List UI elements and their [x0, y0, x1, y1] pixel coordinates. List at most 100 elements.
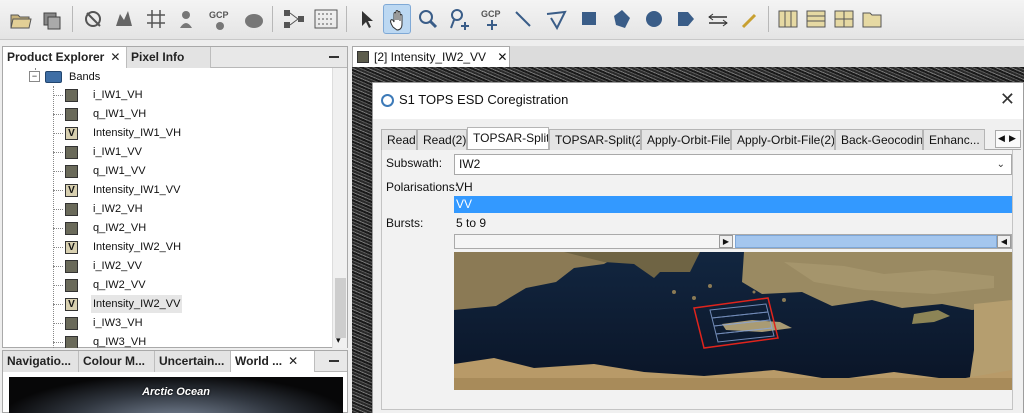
subswath-label: Subswath:: [386, 156, 443, 170]
line-draw-icon[interactable]: [510, 4, 538, 34]
tab-label: World ...: [235, 354, 283, 368]
band-icon: [65, 146, 78, 159]
close-icon[interactable]: ✕: [288, 354, 298, 368]
slider-track[interactable]: [455, 235, 719, 248]
collapse-icon[interactable]: −: [29, 71, 40, 82]
close-icon[interactable]: ✕: [1000, 89, 1015, 110]
product-library-icon[interactable]: [38, 4, 66, 34]
tab-label: Pixel Info: [131, 50, 185, 64]
tab-scroll-buttons[interactable]: ◀ ▶: [995, 130, 1021, 148]
minimize-icon[interactable]: [329, 360, 339, 362]
dialog-title: S1 TOPS ESD Coregistration: [399, 92, 569, 107]
tree-connector: [53, 133, 63, 134]
tree-connector: [53, 247, 63, 248]
tab-pixel-info[interactable]: Pixel Info: [127, 47, 211, 68]
pan-tool-icon[interactable]: [383, 4, 411, 34]
tab-world-view[interactable]: World ... ✕: [231, 351, 315, 372]
close-icon[interactable]: ✕: [110, 50, 120, 64]
magic-wand-icon[interactable]: [736, 4, 764, 34]
tree-connector: [53, 209, 63, 210]
dialog-titlebar[interactable]: S1 TOPS ESD Coregistration ✕: [373, 83, 1023, 119]
tile-vertical-icon[interactable]: [802, 4, 830, 34]
tab-topsar-split-2[interactable]: TOPSAR-Split(2): [549, 129, 641, 150]
slider-thumb[interactable]: [735, 235, 997, 248]
insert-vector-icon[interactable]: [672, 4, 700, 34]
ellipse-draw-icon[interactable]: [640, 4, 668, 34]
gcp-manager-icon[interactable]: GCP: [206, 4, 234, 34]
tab-uncertainty[interactable]: Uncertain...: [155, 351, 231, 372]
polarisation-item-vh[interactable]: VH: [454, 179, 1012, 196]
tab-label: [2] Intensity_IW2_VV: [374, 50, 487, 64]
gcp-placing-icon[interactable]: GCP: [478, 4, 506, 34]
open-product-icon[interactable]: [6, 4, 34, 34]
tree-connector: [53, 342, 63, 343]
chevron-left-icon[interactable]: ◀: [996, 131, 1007, 147]
tab-product-explorer[interactable]: Product Explorer ✕: [3, 47, 127, 68]
main-toolbar: GCP GCP: [0, 0, 1024, 40]
zoom-tool-icon[interactable]: [414, 4, 442, 34]
band-icon: [65, 317, 78, 330]
chevron-right-icon[interactable]: ▶: [1007, 131, 1018, 147]
tree-connector: [53, 285, 63, 286]
mask-icon[interactable]: [240, 4, 268, 34]
band-icon: [65, 279, 78, 292]
tree-connector: [53, 228, 63, 229]
polarisation-item-vv[interactable]: VV: [454, 196, 1012, 213]
tab-apply-orbit-file[interactable]: Apply-Orbit-File: [641, 129, 731, 150]
graph-builder-icon[interactable]: [280, 4, 308, 34]
tab-topsar-split[interactable]: TOPSAR-Split: [467, 127, 549, 149]
scrollbar-thumb[interactable]: [335, 278, 346, 338]
world-globe-view[interactable]: Arctic Ocean: [9, 377, 343, 413]
tree-item-label: Intensity_IW1_VV: [93, 184, 181, 196]
pin-tool-icon[interactable]: [174, 4, 202, 34]
tab-image-view[interactable]: [2] Intensity_IW2_VV ✕: [352, 46, 510, 67]
bursts-range-slider[interactable]: ▶ ◀: [454, 234, 1012, 249]
tab-colour-manipulation[interactable]: Colour M...: [79, 351, 155, 372]
band-icon: [65, 336, 78, 348]
tree-connector: [53, 152, 63, 153]
tab-apply-orbit-file-2[interactable]: Apply-Orbit-File(2): [731, 129, 835, 150]
tile-grid-icon[interactable]: [830, 4, 858, 34]
tree-scrollbar[interactable]: ▾: [332, 68, 347, 348]
select-tool-icon[interactable]: [352, 4, 380, 34]
tree-item-label: q_IW3_VH: [93, 336, 147, 348]
range-finder-icon[interactable]: [704, 4, 732, 34]
slider-left-arrow-icon[interactable]: ◀: [997, 235, 1011, 248]
svg-text:GCP: GCP: [209, 10, 229, 20]
tab-read-2[interactable]: Read(2): [417, 129, 467, 150]
graticule-icon[interactable]: [142, 4, 170, 34]
bursts-label: Bursts:: [386, 216, 424, 230]
virtual-band-icon: V: [65, 184, 78, 197]
pin-manager-icon[interactable]: [110, 4, 138, 34]
subswath-select[interactable]: IW2 ⌄: [454, 154, 1012, 175]
rectangle-draw-icon[interactable]: [576, 4, 604, 34]
tree-item-label: q_IW1_VH: [93, 108, 147, 120]
band-icon: [65, 165, 78, 178]
chevron-down-icon[interactable]: ⌄: [997, 155, 1005, 174]
close-icon[interactable]: ✕: [497, 50, 507, 64]
tree-connector: [53, 114, 63, 115]
minimize-icon[interactable]: [329, 56, 339, 58]
geo-hide-icon[interactable]: [80, 4, 108, 34]
pin-placing-icon[interactable]: [446, 4, 474, 34]
svg-text:GCP: GCP: [481, 9, 501, 19]
scroll-down-icon[interactable]: ▾: [336, 336, 341, 346]
slider-right-arrow-icon[interactable]: ▶: [719, 235, 733, 248]
tab-back-geocoding[interactable]: Back-Geocoding: [835, 129, 923, 150]
tile-horizontal-icon[interactable]: [774, 4, 802, 34]
tree-item-label: i_IW1_VH: [93, 89, 143, 101]
tree-item-label: q_IW1_VV: [93, 165, 146, 177]
tab-enhanced-spectral[interactable]: Enhanc...: [923, 129, 985, 150]
batch-processing-icon[interactable]: [312, 4, 340, 34]
tile-open-icon[interactable]: [858, 4, 886, 34]
tab-read[interactable]: Read: [381, 129, 417, 150]
tree-group-bands[interactable]: Bands: [69, 68, 100, 86]
dialog-body: Read Read(2) TOPSAR-Split TOPSAR-Split(2…: [373, 119, 1023, 413]
tab-label: Product Explorer: [7, 50, 105, 64]
product-tree: − Bands i_IW1_VH q_IW1_VH V Intensity_IW1_V…: [3, 68, 331, 348]
polyline-draw-icon[interactable]: [542, 4, 570, 34]
tab-navigation[interactable]: Navigatio...: [3, 351, 79, 372]
tree-item-label: Intensity_IW1_VH: [93, 127, 182, 139]
polygon-draw-icon[interactable]: [608, 4, 636, 34]
burst-map-view[interactable]: [454, 252, 1012, 390]
